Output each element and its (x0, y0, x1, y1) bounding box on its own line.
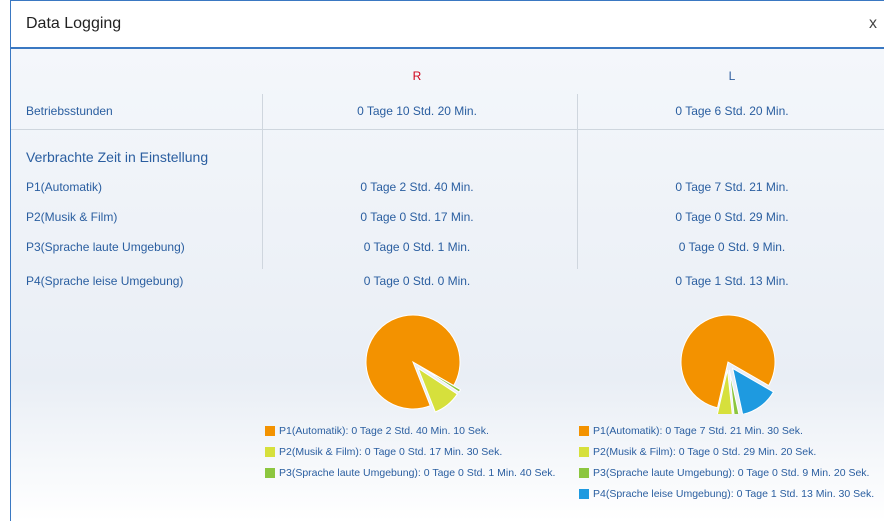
legend-item: P4(Sprache leise Umgebung): 0 Tage 1 Std… (579, 483, 874, 504)
legend-swatch (265, 425, 275, 436)
legend-swatch (579, 446, 589, 457)
pie-chart-left (680, 314, 776, 414)
legend-label: P2(Musik & Film): 0 Tage 0 Std. 17 Min. … (279, 445, 503, 458)
program-time-left: 0 Tage 0 Std. 29 Min. (675, 210, 789, 224)
table-row: P2(Musik & Film) 0 Tage 0 Std. 17 Min. 0… (11, 207, 884, 229)
legend-label: P4(Sprache leise Umgebung): 0 Tage 1 Std… (593, 487, 875, 500)
legend-swatch (579, 425, 589, 436)
legend-label: P1(Automatik): 0 Tage 2 Std. 40 Min. 10 … (279, 424, 489, 437)
program-label: P3(Sprache laute Umgebung) (26, 240, 185, 254)
table-row: P1(Automatik) 0 Tage 2 Std. 40 Min. 0 Ta… (11, 177, 884, 199)
data-logging-dialog: Data Logging x R L Betriebsstunden 0 Tag… (10, 0, 884, 521)
close-icon[interactable]: x (869, 15, 877, 33)
legend-item: P2(Musik & Film): 0 Tage 0 Std. 17 Min. … (265, 441, 555, 462)
legend-label: P3(Sprache laute Umgebung): 0 Tage 0 Std… (279, 466, 556, 479)
time-in-setting-label: Verbrachte Zeit in Einstellung (26, 149, 209, 165)
program-time-right: 0 Tage 0 Std. 1 Min. (363, 240, 471, 254)
time-in-setting-heading: Verbrachte Zeit in Einstellung (11, 146, 884, 168)
column-header-left: L (728, 69, 736, 83)
program-time-right: 0 Tage 0 Std. 0 Min. (363, 274, 471, 288)
operating-hours-row: Betriebsstunden 0 Tage 10 Std. 20 Min. 0… (11, 101, 884, 123)
table-row: P3(Sprache laute Umgebung) 0 Tage 0 Std.… (11, 237, 884, 259)
legend-item: P3(Sprache laute Umgebung): 0 Tage 0 Std… (265, 462, 555, 483)
legend-item: P1(Automatik): 0 Tage 7 Std. 21 Min. 30 … (579, 420, 874, 441)
legend-swatch (579, 488, 589, 499)
table-row: P4(Sprache leise Umgebung) 0 Tage 0 Std.… (11, 271, 884, 293)
program-label: P1(Automatik) (26, 180, 103, 194)
program-time-right: 0 Tage 0 Std. 17 Min. (360, 210, 474, 224)
program-time-left: 0 Tage 7 Std. 21 Min. (675, 180, 789, 194)
legend-left: P1(Automatik): 0 Tage 7 Std. 21 Min. 30 … (579, 420, 874, 504)
column-header-right: R (412, 69, 422, 83)
program-time-right: 0 Tage 2 Std. 40 Min. (360, 180, 474, 194)
divider (11, 129, 884, 130)
dialog-title: Data Logging (26, 15, 122, 32)
program-label: P2(Musik & Film) (26, 210, 118, 224)
title-bar: Data Logging x (11, 1, 884, 49)
legend-label: P3(Sprache laute Umgebung): 0 Tage 0 Std… (593, 466, 870, 479)
operating-hours-label: Betriebsstunden (26, 104, 113, 118)
legend-swatch (265, 446, 275, 457)
legend-right: P1(Automatik): 0 Tage 2 Std. 40 Min. 10 … (265, 420, 555, 483)
legend-label: P1(Automatik): 0 Tage 7 Std. 21 Min. 30 … (593, 424, 803, 437)
program-time-left: 0 Tage 0 Std. 9 Min. (678, 240, 786, 254)
legend-item: P1(Automatik): 0 Tage 2 Std. 40 Min. 10 … (265, 420, 555, 441)
program-label: P4(Sprache leise Umgebung) (26, 274, 184, 288)
legend-item: P2(Musik & Film): 0 Tage 0 Std. 29 Min. … (579, 441, 874, 462)
legend-swatch (265, 467, 275, 478)
pie-chart-right (365, 314, 462, 413)
program-time-left: 0 Tage 1 Std. 13 Min. (675, 274, 789, 288)
dialog-content: R L Betriebsstunden 0 Tage 10 Std. 20 Mi… (11, 49, 884, 521)
operating-hours-left: 0 Tage 6 Std. 20 Min. (675, 104, 789, 118)
legend-label: P2(Musik & Film): 0 Tage 0 Std. 29 Min. … (593, 445, 817, 458)
legend-item: P3(Sprache laute Umgebung): 0 Tage 0 Std… (579, 462, 874, 483)
operating-hours-right: 0 Tage 10 Std. 20 Min. (357, 104, 477, 118)
legend-swatch (579, 467, 589, 478)
